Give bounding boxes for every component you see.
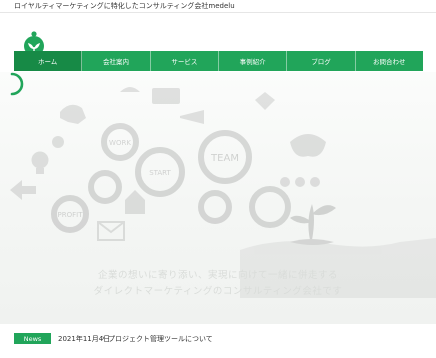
gear-icon (198, 190, 232, 224)
people-icon (310, 177, 320, 187)
megaphone-icon (180, 110, 204, 124)
europe-map-icon (60, 104, 86, 124)
site-header (0, 13, 436, 56)
news-title-link[interactable]: プロジェクト管理ツールについて (108, 334, 213, 344)
arrows-icon (10, 180, 36, 200)
nav-item-services[interactable]: サービス (151, 51, 219, 71)
nav-item-blog[interactable]: ブログ (287, 51, 356, 71)
news-badge: News (14, 333, 51, 344)
gear-word-work: WORK (109, 139, 131, 147)
gear-word-start: START (149, 169, 171, 177)
australia-map-icon (290, 134, 326, 157)
gear-word-team: TEAM (210, 153, 239, 164)
briefcase-icon (152, 88, 180, 104)
person-icon (52, 136, 64, 148)
nav-item-company[interactable]: 会社案内 (82, 51, 151, 71)
top-bar: ロイヤルティマーケティングに特化したコンサルティング会社medelu (0, 0, 436, 13)
house-icon (125, 190, 145, 214)
news-ticker: News 2021年11月4日 › プロジェクト管理ツールについて (0, 324, 436, 358)
gear-icon (249, 186, 291, 228)
site-tagline: ロイヤルティマーケティングに特化したコンサルティング会社medelu (14, 2, 235, 10)
hero-tagline-line1: 企業の想いに寄り添い、実現に向けて一緒に併走する (97, 270, 338, 281)
lightbulb-base-icon (36, 168, 44, 174)
hero-section: WORK START TEAM PROFIT 企業の想いに寄り添い、実現に向けて… (0, 72, 436, 324)
main-nav: ホーム 会社案内 サービス 事例紹介 ブログ お問合わせ (14, 51, 423, 71)
diamond-icon (255, 92, 275, 110)
nav-item-home[interactable]: ホーム (14, 51, 83, 71)
nav-item-cases[interactable]: 事例紹介 (219, 51, 288, 71)
lightbulb-icon (31, 151, 49, 169)
hero-tagline-line2: ダイレクトマーケティングのコンサルティング会社です (93, 286, 343, 297)
gear-word-profit: PROFIT (58, 211, 84, 219)
nav-item-contact[interactable]: お問合わせ (356, 51, 423, 71)
news-separator: › (102, 334, 105, 342)
umbrella-icon (120, 87, 140, 92)
loading-spinner (10, 72, 24, 96)
gear-icon (88, 170, 122, 204)
